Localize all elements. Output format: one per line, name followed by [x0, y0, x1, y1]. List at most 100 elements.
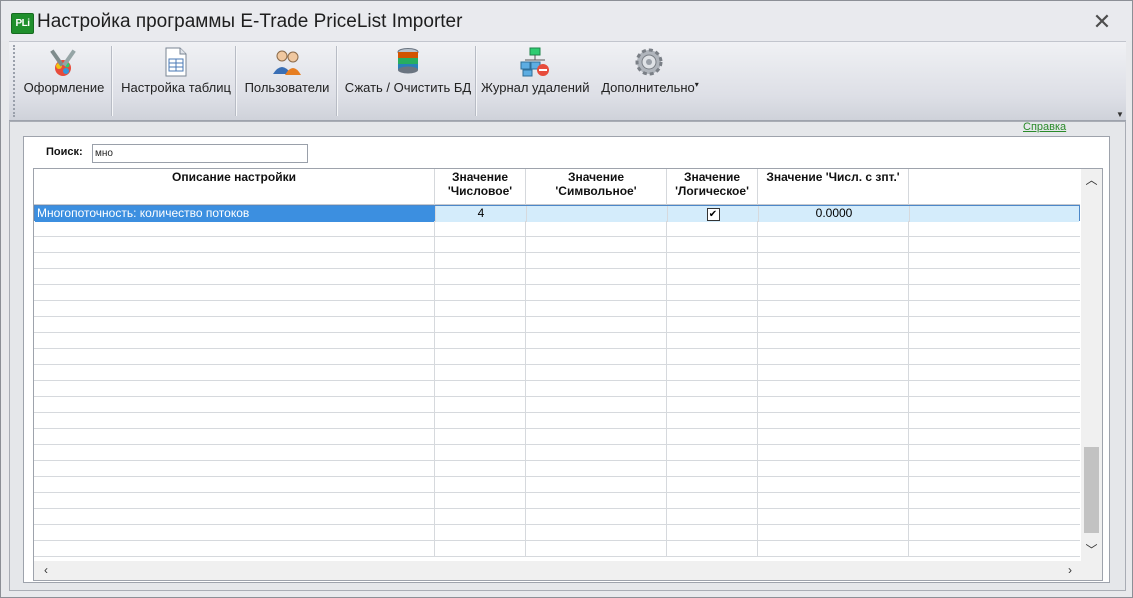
empty-cell[interactable]	[909, 509, 1078, 525]
empty-cell[interactable]	[667, 285, 758, 301]
empty-cell[interactable]	[909, 413, 1078, 429]
empty-cell[interactable]	[526, 477, 667, 493]
empty-cell[interactable]	[758, 413, 909, 429]
empty-cell[interactable]	[34, 349, 435, 365]
empty-cell[interactable]	[909, 445, 1078, 461]
empty-cell[interactable]	[435, 301, 526, 317]
empty-cell[interactable]	[435, 525, 526, 541]
empty-cell[interactable]	[435, 461, 526, 477]
empty-cell[interactable]	[435, 445, 526, 461]
empty-cell[interactable]	[909, 477, 1078, 493]
scroll-left-icon[interactable]: ‹	[36, 561, 56, 580]
close-icon[interactable]: ✕	[1091, 11, 1113, 34]
ribbon-expand-icon[interactable]: ▼	[1114, 110, 1126, 120]
users-button[interactable]: Пользователи	[241, 42, 333, 120]
empty-table-row[interactable]	[34, 509, 1080, 525]
empty-table-row[interactable]	[34, 365, 1080, 381]
empty-table-row[interactable]	[34, 493, 1080, 509]
empty-cell[interactable]	[34, 317, 435, 333]
empty-cell[interactable]	[34, 285, 435, 301]
empty-cell[interactable]	[34, 493, 435, 509]
additional-dropdown[interactable]: Дополнительно▾	[597, 42, 703, 120]
empty-cell[interactable]	[34, 429, 435, 445]
empty-cell[interactable]	[435, 269, 526, 285]
empty-cell[interactable]	[758, 397, 909, 413]
empty-cell[interactable]	[667, 381, 758, 397]
empty-cell[interactable]	[526, 269, 667, 285]
empty-cell[interactable]	[667, 365, 758, 381]
empty-cell[interactable]	[34, 253, 435, 269]
empty-cell[interactable]	[526, 253, 667, 269]
empty-table-row[interactable]	[34, 461, 1080, 477]
empty-cell[interactable]	[526, 301, 667, 317]
empty-table-row[interactable]	[34, 429, 1080, 445]
empty-cell[interactable]	[526, 413, 667, 429]
empty-table-row[interactable]	[34, 317, 1080, 333]
empty-cell[interactable]	[526, 445, 667, 461]
empty-cell[interactable]	[758, 349, 909, 365]
empty-cell[interactable]	[435, 397, 526, 413]
empty-cell[interactable]	[667, 525, 758, 541]
empty-cell[interactable]	[909, 237, 1078, 253]
empty-cell[interactable]	[526, 285, 667, 301]
empty-table-row[interactable]	[34, 333, 1080, 349]
empty-cell[interactable]	[526, 461, 667, 477]
empty-table-row[interactable]	[34, 269, 1080, 285]
empty-cell[interactable]	[667, 397, 758, 413]
empty-cell[interactable]	[435, 333, 526, 349]
empty-cell[interactable]	[34, 477, 435, 493]
empty-cell[interactable]	[34, 269, 435, 285]
empty-cell[interactable]	[909, 365, 1078, 381]
search-input[interactable]	[92, 144, 308, 163]
empty-cell[interactable]	[758, 525, 909, 541]
empty-cell[interactable]	[34, 381, 435, 397]
empty-table-row[interactable]	[34, 349, 1080, 365]
empty-cell[interactable]	[909, 221, 1078, 237]
empty-cell[interactable]	[909, 253, 1078, 269]
empty-cell[interactable]	[34, 397, 435, 413]
empty-cell[interactable]	[34, 461, 435, 477]
empty-cell[interactable]	[526, 509, 667, 525]
empty-cell[interactable]	[34, 445, 435, 461]
empty-cell[interactable]	[758, 493, 909, 509]
empty-cell[interactable]	[435, 493, 526, 509]
column-header-decimal[interactable]: Значение 'Числ. с зпт.'	[758, 169, 909, 205]
empty-table-row[interactable]	[34, 525, 1080, 541]
empty-cell[interactable]	[758, 429, 909, 445]
empty-cell[interactable]	[758, 333, 909, 349]
cell-logical[interactable]: ✔	[668, 206, 759, 222]
empty-cell[interactable]	[435, 541, 526, 557]
empty-cell[interactable]	[758, 445, 909, 461]
empty-cell[interactable]	[34, 541, 435, 557]
table-row[interactable]: Многопоточность: количество потоков 4 ✔ …	[34, 205, 1080, 222]
empty-cell[interactable]	[435, 429, 526, 445]
empty-cell[interactable]	[909, 317, 1078, 333]
empty-cell[interactable]	[34, 525, 435, 541]
empty-cell[interactable]	[435, 349, 526, 365]
help-link[interactable]: Справка	[1023, 121, 1066, 133]
empty-cell[interactable]	[526, 381, 667, 397]
empty-cell[interactable]	[34, 221, 435, 237]
empty-cell[interactable]	[909, 493, 1078, 509]
horizontal-scrollbar[interactable]: ‹ ›	[34, 561, 1102, 580]
empty-cell[interactable]	[909, 525, 1078, 541]
table-settings-button[interactable]: Настройка таблиц	[117, 42, 235, 120]
empty-cell[interactable]	[526, 365, 667, 381]
empty-cell[interactable]	[526, 237, 667, 253]
empty-cell[interactable]	[526, 525, 667, 541]
empty-table-row[interactable]	[34, 285, 1080, 301]
empty-table-row[interactable]	[34, 253, 1080, 269]
column-header-logical[interactable]: Значение 'Логическое'	[667, 169, 758, 205]
empty-cell[interactable]	[909, 301, 1078, 317]
empty-cell[interactable]	[435, 285, 526, 301]
empty-cell[interactable]	[526, 317, 667, 333]
appearance-button[interactable]: Оформление	[21, 42, 107, 120]
empty-cell[interactable]	[909, 349, 1078, 365]
empty-table-row[interactable]	[34, 301, 1080, 317]
empty-cell[interactable]	[667, 461, 758, 477]
cell-numeric[interactable]: 4	[436, 206, 527, 222]
scroll-down-icon[interactable]: ﹀	[1081, 541, 1102, 561]
empty-cell[interactable]	[435, 477, 526, 493]
empty-cell[interactable]	[758, 301, 909, 317]
empty-cell[interactable]	[758, 381, 909, 397]
